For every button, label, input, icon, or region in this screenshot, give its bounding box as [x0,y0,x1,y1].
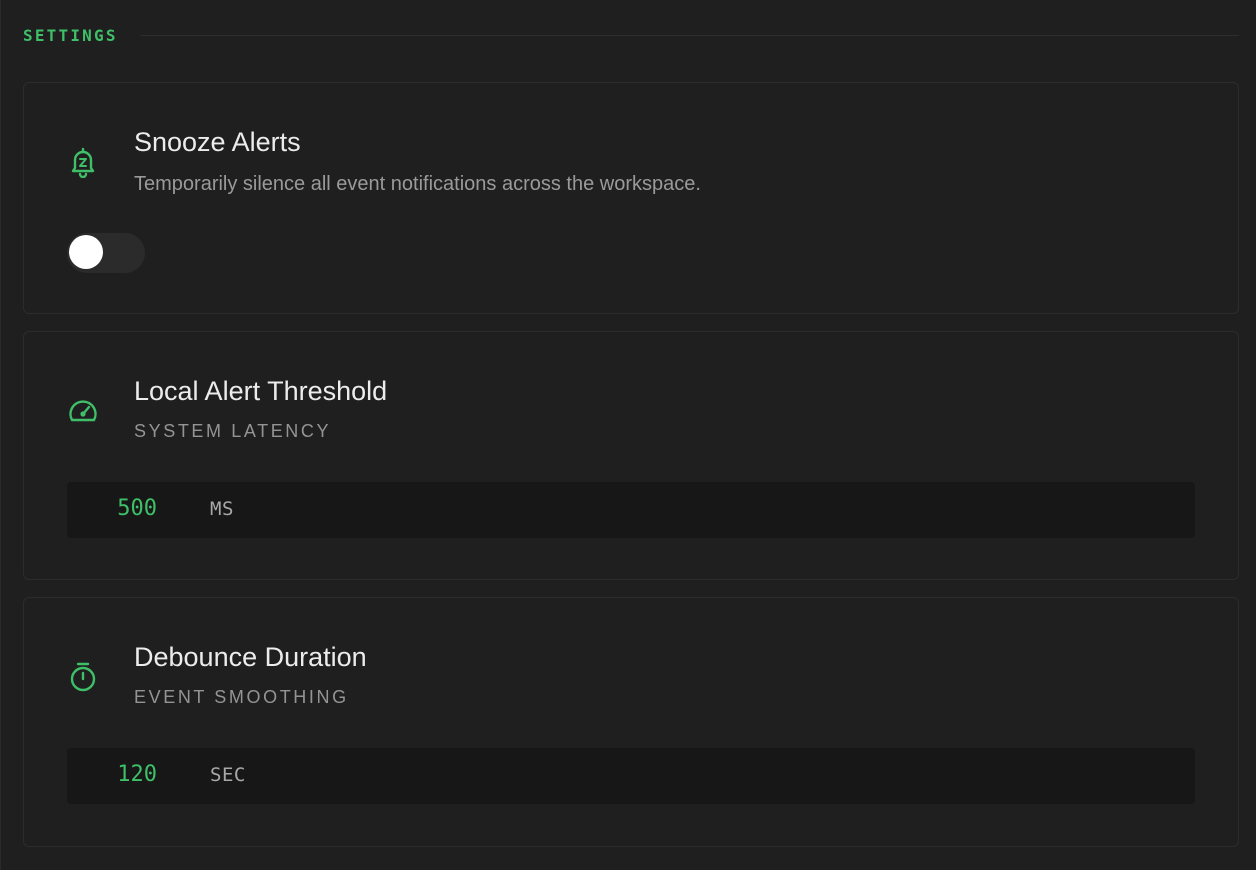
alert-threshold-subtitle: SYSTEM LATENCY [134,421,332,441]
alert-threshold-card: Local Alert Threshold SYSTEM LATENCY 500… [23,331,1239,580]
gauge-icon [66,394,100,428]
alert-threshold-input[interactable]: 500 MS [67,482,1195,538]
toggle-knob [69,235,103,269]
alert-threshold-title: Local Alert Threshold [134,376,388,406]
debounce-duration-input[interactable]: 120 SEC [67,748,1195,804]
alert-threshold-value: 500 [117,496,157,521]
bell-snooze-icon [66,145,100,179]
debounce-duration-value: 120 [117,762,157,787]
debounce-duration-subtitle: EVENT SMOOTHING [134,687,349,707]
section-title: SETTINGS [23,25,118,45]
debounce-duration-card: Debounce Duration EVENT SMOOTHING 120 SE… [23,597,1239,847]
alert-threshold-unit: MS [210,498,234,520]
debounce-duration-unit: SEC [210,764,246,786]
snooze-alerts-description: Temporarily silence all event notificati… [134,173,701,195]
snooze-alerts-title: Snooze Alerts [134,127,301,157]
snooze-alerts-toggle[interactable] [67,233,145,273]
section-divider [139,34,1239,36]
snooze-alerts-card: Snooze Alerts Temporarily silence all ev… [23,82,1239,314]
debounce-duration-title: Debounce Duration [134,642,367,672]
settings-panel: SETTINGS Snooze Alerts Temporarily silen… [0,0,1256,870]
stopwatch-icon [66,660,100,694]
section-header: SETTINGS [23,24,1239,46]
